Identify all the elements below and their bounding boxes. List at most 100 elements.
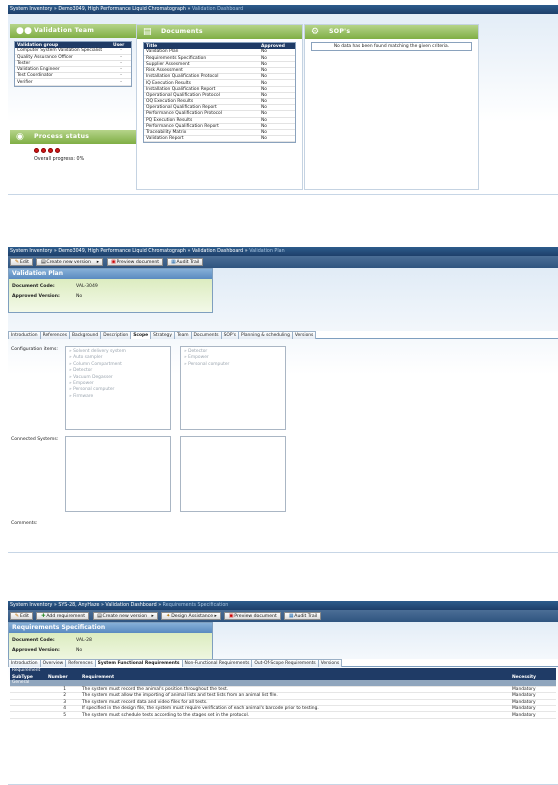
tab-scope[interactable]: Scope (130, 331, 152, 339)
item-label: Detector (188, 349, 208, 354)
item-label: Personal computer (73, 387, 115, 393)
preview-label: Preview document (116, 260, 160, 265)
available-configuration-list[interactable]: » Solvent delivery system» Auto sampler»… (65, 346, 171, 430)
team-group: Verifier (15, 78, 111, 86)
create-version-button[interactable]: ▤Create new version ▸ (92, 612, 158, 620)
breadcrumb-system[interactable]: Demo3049, High Performance Liquid Chroma… (58, 249, 186, 254)
item-label: Auto sampler (73, 355, 103, 361)
tab-references[interactable]: References (65, 659, 96, 667)
audit-trail-button[interactable]: ▦Audit Trail (284, 612, 322, 620)
dropdown-arrow-icon: ▸ (92, 260, 100, 265)
tab-references[interactable]: References (39, 331, 70, 339)
tab-system-functional-requirements[interactable]: System Functional Requirements (94, 659, 183, 667)
validation-dashboard-screen: System Inventory » Demo3049, High Perfor… (8, 5, 558, 195)
status-dot-icon (48, 148, 53, 153)
selected-configuration-list[interactable]: » Detector» Empower» Personal computer (180, 346, 286, 430)
breadcrumb: System Inventory » Demo3049, High Perfor… (8, 5, 558, 14)
validation-team-header: ●● Validation Team (10, 24, 136, 38)
list-item[interactable]: » Firmware (69, 394, 167, 400)
edit-label: Edit (20, 260, 29, 265)
item-label: Firmware (73, 393, 94, 399)
document-title: Requirements Specification (9, 623, 212, 633)
design-assistance-button[interactable]: ✦Design Assistance ▸ (161, 612, 221, 620)
team-column: ●● Validation Team Validation group User … (10, 24, 136, 190)
document-code-label: Document Code: (12, 638, 55, 643)
toolbar: ✎Edit ✚Add requirement ▤Create new versi… (8, 610, 558, 622)
breadcrumb-system-inventory[interactable]: System Inventory (10, 249, 52, 254)
tab-background[interactable]: Background (69, 331, 102, 339)
tab-introduction[interactable]: Introduction (8, 331, 41, 339)
team-icon: ●● (16, 26, 33, 36)
comments-label: Comments: (11, 521, 38, 526)
tab-team[interactable]: Team (173, 331, 192, 339)
toolbar: ✎Edit ▤Create new version ▸ ▣Preview doc… (8, 256, 558, 268)
preview-document-button[interactable]: ▣Preview document (224, 612, 281, 620)
connected-systems-label: Connected Systems: (11, 437, 59, 442)
document-title: Validation Plan (9, 269, 212, 279)
tab-description[interactable]: Description (100, 331, 132, 339)
create-version-button[interactable]: ▤Create new version ▸ (36, 258, 104, 266)
validation-team-title: Validation Team (34, 27, 95, 34)
preview-label: Preview document (234, 614, 277, 619)
preview-document-button[interactable]: ▣Preview document (106, 258, 164, 266)
tab-versions[interactable]: Versions (291, 331, 317, 339)
team-group: Computer System Validation Specialist (15, 48, 111, 55)
list-item[interactable]: » Personal computer (184, 362, 282, 368)
document-title-cell[interactable]: Validation Report (144, 135, 259, 143)
team-user: - (111, 78, 131, 86)
process-status-title: Process status (34, 133, 90, 140)
sops-header: ⚙ SOP's (305, 25, 478, 39)
create-version-label: Create new version (102, 614, 148, 619)
audit-trail-button[interactable]: ▦Audit Trail (166, 258, 204, 266)
documents-icon: ▤ (143, 27, 152, 37)
item-label: Detector (73, 368, 93, 374)
add-requirement-button[interactable]: ✚Add requirement (36, 612, 90, 620)
tab-planning-scheduling[interactable]: Planning & scheduling (237, 331, 293, 339)
document-row[interactable]: Validation Report No (144, 135, 295, 143)
sops-empty-message: No data has been found matching the give… (311, 42, 472, 51)
breadcrumb-dashboard[interactable]: Validation Dashboard (105, 603, 156, 608)
approved-version-label: Approved Version: (12, 294, 60, 299)
add-requirement-label: Add requirement (46, 614, 86, 619)
requirement-row[interactable]: 5 The system must schedule tests accordin… (10, 711, 556, 719)
tab-documents[interactable]: Documents (190, 331, 222, 339)
breadcrumb-current: Requirements Specification (162, 603, 229, 608)
edit-button[interactable]: ✎Edit (10, 612, 33, 620)
breadcrumb-system-inventory[interactable]: System Inventory (10, 603, 52, 608)
tab-bar: Introduction Overview References System Fun… (8, 659, 558, 667)
approved-version-row: Approved Version: No (9, 646, 212, 656)
tab-out-of-scope-requirements[interactable]: Out-Of-Scope Requirements (251, 659, 319, 667)
tab-strategy[interactable]: Strategy (150, 331, 175, 339)
configuration-items-label: Configuration items: (11, 347, 58, 352)
tab-introduction[interactable]: Introduction (8, 659, 41, 667)
process-icon: ◉ (16, 132, 25, 142)
document-code-row: Document Code: VAL-28 (9, 636, 212, 646)
document-code-row: Document Code: VAL-3049 (9, 282, 212, 292)
edit-button[interactable]: ✎Edit (10, 258, 33, 266)
documents-column: ▤ Documents Title Approved Validation Pla… (136, 24, 303, 190)
documents-table: Title Approved Validation Plan No Requirem… (143, 42, 296, 144)
approved-version-row: Approved Version: No (9, 292, 212, 302)
selected-connected-systems-list[interactable] (180, 436, 286, 512)
tab-sop-s[interactable]: SOP's (220, 331, 239, 339)
approved-version-value: No (76, 294, 83, 299)
team-row[interactable]: Verifier - (15, 78, 131, 86)
design-assistance-label: Design Assistance (171, 614, 214, 619)
breadcrumb-current: Validation Dashboard (191, 7, 244, 12)
tab-overview[interactable]: Overview (39, 659, 67, 667)
sops-title: SOP's (329, 28, 351, 35)
validation-plan-screen: System Inventory » Demo3049, High Perfor… (8, 247, 558, 553)
requirements-specification-screen: System Inventory » SYS-28, AnyHaze » Val… (8, 601, 558, 785)
breadcrumb-dashboard[interactable]: Validation Dashboard (192, 249, 243, 254)
document-code-label: Document Code: (12, 284, 55, 289)
item-label: Column Compartment (73, 361, 122, 367)
tab-versions[interactable]: Versions (317, 659, 343, 667)
approved-version-label: Approved Version: (12, 648, 60, 653)
tab-non-functional-requirements[interactable]: Non-Functional Requirements (181, 659, 253, 667)
validation-team-table: Validation group User Computer System Va… (14, 41, 132, 87)
breadcrumb-system[interactable]: SYS-28, AnyHaze (58, 603, 99, 608)
breadcrumb-system[interactable]: Demo3049, High Performance Liquid Chroma… (58, 7, 186, 12)
requirement-necessity: Mandatory (510, 711, 556, 719)
breadcrumb-system-inventory[interactable]: System Inventory (10, 7, 52, 12)
available-connected-systems-list[interactable] (65, 436, 171, 512)
